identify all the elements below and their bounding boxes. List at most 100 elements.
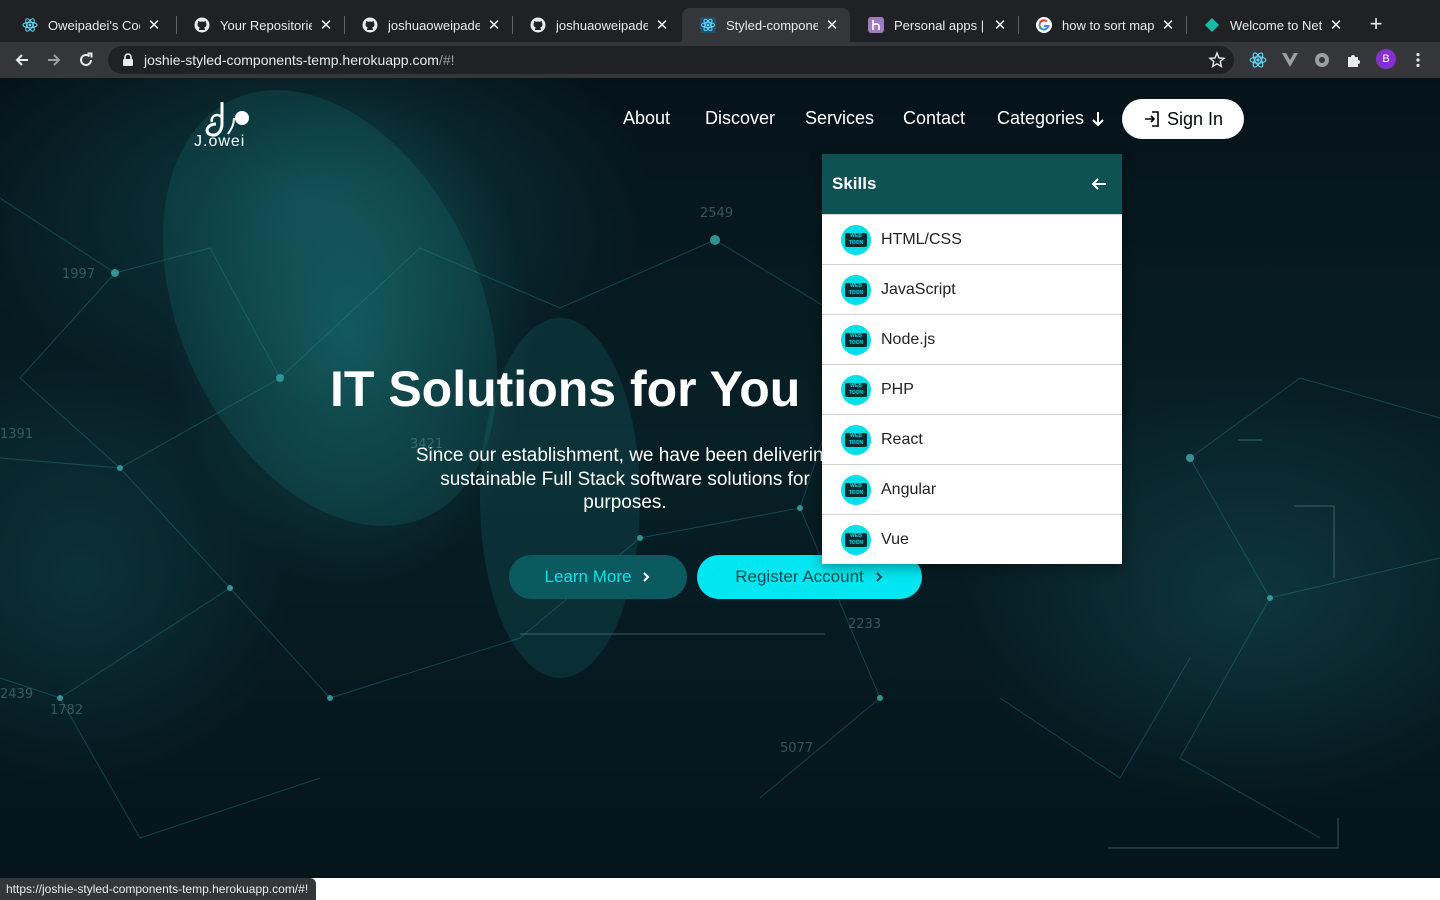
webtoon-icon-label: WEB TOON: [845, 532, 867, 547]
skills-dropdown: Skills WEB TOON HTML/CSS WEB TOON JavaSc…: [822, 154, 1122, 564]
close-icon[interactable]: ✕: [1160, 16, 1176, 34]
netlify-icon: [1204, 17, 1220, 33]
tab-joshuaoweipadei-s[interactable]: joshuaoweipadei/s ✕: [512, 8, 680, 42]
nav-categories[interactable]: Categories: [997, 108, 1106, 129]
close-icon[interactable]: ✕: [146, 16, 162, 34]
tab-title: Welcome to Netlify: [1230, 17, 1322, 33]
webtoon-icon: WEB TOON: [841, 374, 871, 405]
skill-label: JavaScript: [881, 280, 956, 298]
url-text: joshie-styled-components-temp.herokuapp.…: [144, 52, 455, 68]
nav-categories-label: Categories: [997, 108, 1085, 128]
arrow-down-icon: [1092, 111, 1104, 126]
learn-more-label: Learn More: [544, 567, 632, 586]
webtoon-icon: WEB TOON: [841, 474, 871, 505]
github-icon: [530, 17, 546, 33]
browser-toolbar: joshie-styled-components-temp.herokuapp.…: [0, 42, 1440, 78]
github-icon: [362, 17, 378, 33]
tab-title: Styled-component: [726, 17, 818, 33]
skill-label: HTML/CSS: [881, 230, 962, 248]
webtoon-icon: WEB TOON: [841, 224, 871, 255]
webtoon-icon-label: WEB TOON: [845, 382, 867, 397]
skill-label: PHP: [881, 380, 914, 398]
sign-in-button[interactable]: Sign In: [1122, 99, 1244, 139]
back-button[interactable]: [10, 48, 34, 72]
skill-item-react[interactable]: WEB TOON React: [822, 414, 1122, 464]
tab-title: Your Repositories: [220, 17, 312, 33]
dropdown-header: Skills: [822, 154, 1122, 214]
google-icon: [1036, 17, 1052, 33]
close-icon[interactable]: ✕: [654, 16, 670, 34]
lock-icon: [123, 53, 133, 66]
skill-label: React: [881, 430, 923, 448]
webtoon-icon-label: WEB TOON: [845, 432, 867, 447]
page-content: 2549 1997 3421 1782 5077 2233 2439 1391 …: [0, 78, 1440, 878]
react-icon: [22, 17, 38, 33]
tab-how-to-sort-map[interactable]: how to sort map a ✕: [1018, 8, 1186, 42]
webtoon-icon: WEB TOON: [841, 524, 871, 555]
react-icon: [700, 17, 716, 33]
skill-item-html-css[interactable]: WEB TOON HTML/CSS: [822, 214, 1122, 264]
extensions-menu-button[interactable]: [1342, 48, 1366, 72]
github-icon: [194, 17, 210, 33]
nav-discover[interactable]: Discover: [705, 108, 775, 129]
forward-button[interactable]: [42, 48, 66, 72]
skill-label: Node.js: [881, 330, 936, 348]
url-path: /#!: [438, 52, 455, 68]
hero-description: Since our establishment, we have been de…: [415, 445, 835, 513]
browser-menu-button[interactable]: [1406, 48, 1430, 72]
tab-strip: Oweipadei's Code ✕ Your Repositories ✕ j…: [0, 0, 1440, 42]
skill-label: Vue: [881, 530, 909, 548]
extension-button[interactable]: [1310, 48, 1334, 72]
tab-title: joshuaoweipadei/s: [556, 17, 648, 33]
webtoon-icon: WEB TOON: [841, 274, 871, 305]
tab-title: Personal apps | He: [894, 17, 986, 33]
close-icon[interactable]: ✕: [318, 16, 334, 34]
heroku-icon: [868, 17, 884, 33]
tab-title: Oweipadei's Code: [48, 17, 140, 33]
skill-item-nodejs[interactable]: WEB TOON Node.js: [822, 314, 1122, 364]
tab-personal-apps[interactable]: Personal apps | He ✕: [850, 8, 1018, 42]
nav-about[interactable]: About: [623, 108, 670, 129]
close-icon[interactable]: ✕: [824, 16, 840, 34]
address-bar[interactable]: joshie-styled-components-temp.herokuapp.…: [108, 46, 1234, 74]
login-icon: [1144, 111, 1159, 127]
webtoon-icon-label: WEB TOON: [845, 282, 867, 297]
puzzle-icon: [1348, 55, 1360, 67]
bookmark-star-icon[interactable]: [1208, 51, 1226, 69]
react-icon: [1249, 52, 1267, 68]
learn-more-button[interactable]: Learn More: [509, 555, 687, 599]
skill-item-php[interactable]: WEB TOON PHP: [822, 364, 1122, 414]
skill-label: Angular: [881, 480, 937, 498]
new-tab-button[interactable]: +: [1364, 12, 1388, 36]
tab-styled-components[interactable]: Styled-component ✕: [682, 8, 850, 42]
skill-item-javascript[interactable]: WEB TOON JavaScript: [822, 264, 1122, 314]
tab-welcome-to-netlify[interactable]: Welcome to Netlify ✕: [1186, 8, 1354, 42]
vue-devtools-extension[interactable]: [1278, 48, 1302, 72]
dropdown-title: Skills: [832, 174, 877, 193]
react-devtools-extension[interactable]: [1246, 48, 1270, 72]
skill-item-vue[interactable]: WEB TOON Vue: [822, 514, 1122, 564]
tab-your-repositories[interactable]: Your Repositories ✕: [176, 8, 344, 42]
arrow-left-icon: [15, 54, 28, 66]
close-icon[interactable]: ✕: [486, 16, 502, 34]
tab-title: joshuaoweipadei/r: [388, 17, 480, 33]
webtoon-icon-label: WEB TOON: [845, 482, 867, 497]
nav-services[interactable]: Services: [805, 108, 874, 129]
status-url-bubble: https://joshie-styled-components-temp.he…: [0, 878, 317, 900]
skill-item-angular[interactable]: WEB TOON Angular: [822, 464, 1122, 514]
vue-icon: [1282, 53, 1298, 67]
reload-button[interactable]: [74, 48, 98, 72]
tab-joshuaoweipadei-r[interactable]: joshuaoweipadei/r ✕: [344, 8, 512, 42]
webtoon-icon-label: WEB TOON: [845, 232, 867, 247]
tab-oweipadei[interactable]: Oweipadei's Code ✕: [4, 8, 172, 42]
logo-text: J.owei: [194, 133, 246, 150]
arrow-left-icon[interactable]: [1090, 175, 1108, 193]
nav-contact[interactable]: Contact: [903, 108, 965, 129]
close-icon[interactable]: ✕: [992, 16, 1008, 34]
close-icon[interactable]: ✕: [1328, 16, 1344, 34]
extension-circle-icon: [1315, 53, 1329, 67]
webtoon-icon: WEB TOON: [841, 424, 871, 455]
webtoon-icon: WEB TOON: [841, 324, 871, 355]
tab-title: how to sort map a: [1062, 17, 1154, 33]
profile-avatar[interactable]: B: [1376, 49, 1396, 69]
